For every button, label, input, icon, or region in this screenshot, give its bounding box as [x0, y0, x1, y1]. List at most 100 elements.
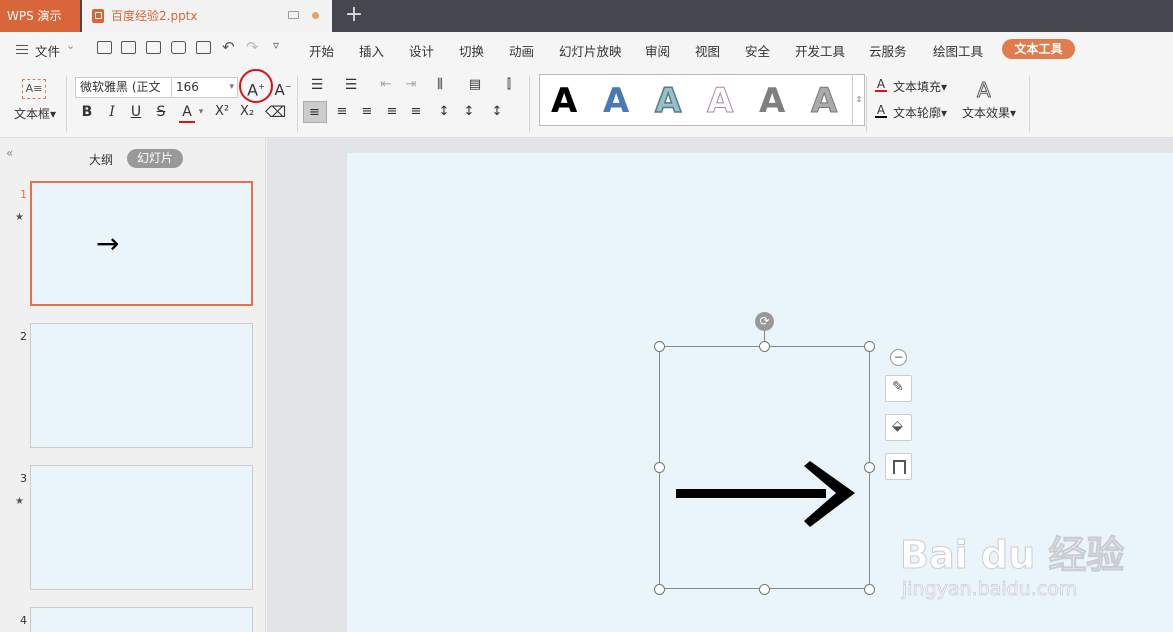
- app-tab[interactable]: WPS 演示: [0, 0, 80, 32]
- print-preview-icon[interactable]: [196, 41, 211, 54]
- textbox-button[interactable]: 文本框▾: [10, 105, 60, 123]
- pdf-icon[interactable]: [146, 41, 161, 54]
- align-right-icon[interactable]: ≡: [358, 103, 376, 121]
- style-outline[interactable]: A: [706, 81, 733, 122]
- text-direction-icon[interactable]: ⫼: [430, 76, 450, 94]
- brush-icon: ✎: [892, 379, 904, 395]
- selection-box[interactable]: [659, 346, 870, 589]
- textbox-label: 文本框: [13, 107, 50, 121]
- font-size-select[interactable]: 166 ▾: [171, 77, 238, 98]
- align-center-icon[interactable]: ≡: [333, 103, 351, 121]
- resize-handle[interactable]: [864, 584, 875, 595]
- menu-transition[interactable]: 切换: [459, 41, 484, 60]
- subscript-button[interactable]: X₂: [236, 103, 258, 121]
- bullet-list-icon[interactable]: ☰: [307, 76, 327, 94]
- print-icon[interactable]: [171, 41, 186, 54]
- collapse-float-icon[interactable]: −: [890, 349, 907, 366]
- menu-developer[interactable]: 开发工具: [795, 41, 845, 60]
- spacing-options-icon[interactable]: ↕: [486, 103, 508, 121]
- resize-handle[interactable]: [864, 462, 875, 473]
- menu-cloud[interactable]: 云服务: [869, 41, 907, 60]
- open-icon[interactable]: [97, 41, 112, 54]
- font-color-button[interactable]: A: [179, 103, 195, 123]
- gallery-scroll-icon[interactable]: ⇕: [852, 75, 865, 125]
- undo-icon[interactable]: ↶: [222, 38, 235, 56]
- align-text-icon[interactable]: ▤: [465, 76, 485, 94]
- justify-icon[interactable]: ≡: [383, 103, 401, 121]
- decrease-indent-icon[interactable]: ⇤: [377, 76, 395, 94]
- tab-slides[interactable]: 幻灯片: [127, 149, 183, 168]
- menu-drawing-tools[interactable]: 绘图工具: [933, 41, 983, 60]
- monitor-icon[interactable]: [288, 11, 299, 19]
- slide-number: 4: [20, 614, 27, 627]
- underline-button[interactable]: U: [128, 103, 144, 121]
- align-left-button[interactable]: ≡: [303, 101, 327, 123]
- font-name-select[interactable]: 微软雅黑 (正文: [75, 77, 172, 98]
- text-effect-button[interactable]: 文本效果▾: [958, 104, 1020, 122]
- outline-button[interactable]: [885, 453, 912, 480]
- menu-security[interactable]: 安全: [745, 41, 770, 60]
- menu-start[interactable]: 开始: [309, 41, 334, 60]
- slide-thumbnail-2[interactable]: [30, 323, 253, 448]
- menu-view[interactable]: 视图: [695, 41, 720, 60]
- slide-thumbnail-1[interactable]: →: [30, 181, 253, 306]
- paragraph-spacing-icon[interactable]: ↕: [460, 103, 478, 121]
- superscript-button[interactable]: X²: [211, 103, 233, 121]
- rotate-handle-icon[interactable]: ⟳: [755, 312, 774, 331]
- menu-design[interactable]: 设计: [409, 41, 434, 60]
- title-bar: WPS 演示 百度经验2.pptx +: [0, 0, 1173, 32]
- resize-handle[interactable]: [864, 341, 875, 352]
- font-color-dropdown-icon[interactable]: ▾: [196, 103, 206, 121]
- chevron-down-icon: ⌄: [66, 39, 76, 52]
- format-painter-button[interactable]: ✎: [885, 375, 912, 402]
- fill-button[interactable]: ⬙: [885, 414, 912, 441]
- document-tab[interactable]: 百度经验2.pptx: [82, 0, 332, 32]
- style-black[interactable]: A: [551, 81, 577, 121]
- increase-indent-icon[interactable]: ⇥: [402, 76, 420, 94]
- textbox-icon[interactable]: A≡: [22, 79, 46, 99]
- numbered-list-icon[interactable]: ☰: [341, 76, 361, 94]
- eraser-icon[interactable]: ⌫: [265, 103, 286, 121]
- frame-icon: [893, 460, 906, 474]
- text-outline-label: 文本轮廓: [893, 106, 942, 120]
- save-icon[interactable]: [121, 41, 136, 54]
- slide-thumbnail-3[interactable]: [30, 465, 253, 590]
- text-layout-icon[interactable]: ⫿: [499, 76, 519, 94]
- more-icon[interactable]: ▿: [273, 38, 279, 52]
- unsaved-dot-icon: [312, 12, 319, 19]
- distribute-icon[interactable]: ≡: [407, 103, 425, 121]
- style-blue[interactable]: A: [603, 81, 629, 121]
- bold-button[interactable]: B: [79, 103, 95, 121]
- resize-handle[interactable]: [654, 462, 665, 473]
- menu-review[interactable]: 审阅: [645, 41, 670, 60]
- font-size-value: 166: [176, 80, 199, 94]
- menu-slideshow[interactable]: 幻灯片放映: [559, 41, 622, 60]
- text-style-gallery[interactable]: A A A A A A ⇕: [539, 74, 865, 126]
- resize-handle[interactable]: [759, 341, 770, 352]
- style-teal-outline[interactable]: A: [654, 80, 682, 122]
- collapse-icon[interactable]: «: [6, 146, 13, 160]
- text-fill-button[interactable]: 文本填充▾: [893, 78, 955, 96]
- strikethrough-button[interactable]: S: [153, 103, 169, 121]
- menu-text-tools[interactable]: 文本工具: [1002, 39, 1075, 59]
- redo-icon[interactable]: ↷: [246, 38, 259, 56]
- style-gradient[interactable]: A: [810, 81, 837, 122]
- text-outline-button[interactable]: 文本轮廓▾: [893, 104, 955, 122]
- slide-thumbnail-4[interactable]: [30, 607, 253, 632]
- resize-handle[interactable]: [654, 341, 665, 352]
- highlight-circle: [239, 69, 273, 103]
- pptx-file-icon: [92, 9, 104, 23]
- tab-outline[interactable]: 大纲: [89, 151, 113, 168]
- menu-insert[interactable]: 插入: [359, 41, 384, 60]
- menu-animation[interactable]: 动画: [509, 41, 534, 60]
- hamburger-icon: [16, 45, 28, 54]
- style-gray[interactable]: A: [759, 81, 785, 121]
- resize-handle[interactable]: [654, 584, 665, 595]
- new-tab-button[interactable]: +: [342, 3, 366, 27]
- decrease-font-label: A: [274, 81, 285, 99]
- star-icon: ★: [15, 212, 24, 223]
- line-spacing-icon[interactable]: ↕: [435, 103, 453, 121]
- italic-button[interactable]: I: [104, 103, 120, 121]
- decrease-font-size-button[interactable]: A−: [274, 78, 292, 99]
- resize-handle[interactable]: [759, 584, 770, 595]
